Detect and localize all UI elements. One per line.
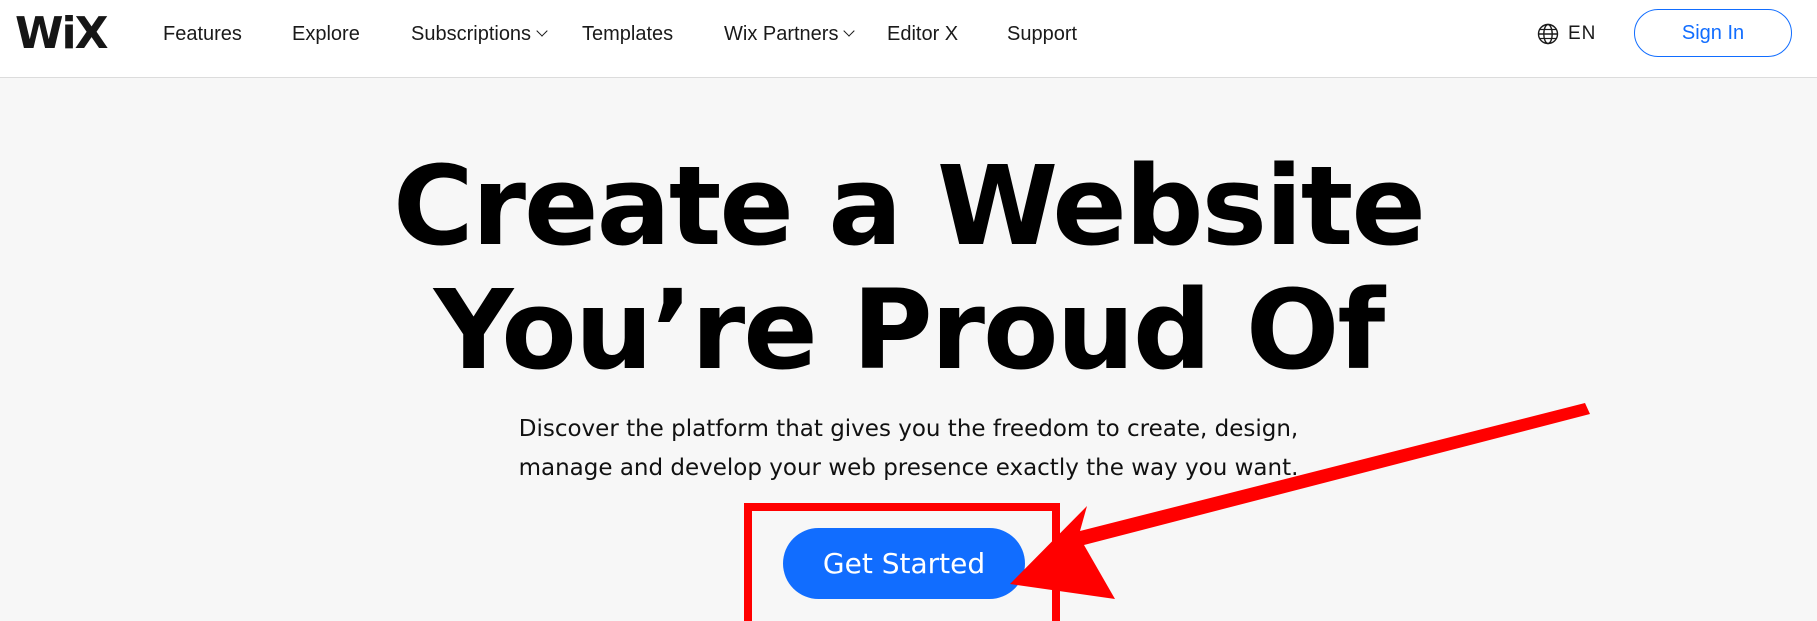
language-selector[interactable]: EN xyxy=(1537,21,1596,47)
nav-subscriptions-label: Subscriptions xyxy=(411,23,532,45)
hero-title-line-2: You’re Proud Of xyxy=(433,266,1386,394)
language-label: EN xyxy=(1568,23,1597,44)
nav-editor-x[interactable]: Editor X xyxy=(887,21,958,47)
nav-templates-label: Templates xyxy=(582,23,674,45)
nav-features[interactable]: Features xyxy=(163,21,242,47)
nav-editor-x-label: Editor X xyxy=(887,23,959,45)
wix-logo[interactable]: WiX xyxy=(15,10,109,58)
hero-subtitle-line-1: Discover the platform that gives you the… xyxy=(518,416,1299,442)
nav-support[interactable]: Support xyxy=(1007,21,1077,47)
top-header: WiX Features Explore Subscriptions Templ… xyxy=(0,0,1817,78)
page: WiX Features Explore Subscriptions Templ… xyxy=(0,0,1817,621)
nav-features-label: Features xyxy=(163,23,242,45)
nav-templates[interactable]: Templates xyxy=(582,21,673,47)
hero-title: Create a Website You’re Proud Of xyxy=(0,144,1817,392)
globe-icon xyxy=(1537,23,1559,45)
nav-explore-label: Explore xyxy=(292,23,360,45)
get-started-button[interactable]: Get Started xyxy=(783,528,1025,599)
chevron-down-icon xyxy=(843,25,856,37)
nav-wix-partners-label: Wix Partners xyxy=(724,23,839,45)
nav-explore[interactable]: Explore xyxy=(292,21,360,47)
hero-title-line-1: Create a Website xyxy=(393,142,1426,270)
chevron-down-icon xyxy=(536,25,548,37)
hero-subtitle-line-2: manage and develop your web presence exa… xyxy=(518,455,1299,481)
nav-subscriptions[interactable]: Subscriptions xyxy=(411,21,548,47)
nav-wix-partners[interactable]: Wix Partners xyxy=(724,21,856,47)
nav-support-label: Support xyxy=(1007,23,1078,45)
sign-in-button[interactable]: Sign In xyxy=(1634,9,1792,57)
hero-subtitle: Discover the platform that gives you the… xyxy=(0,410,1817,488)
